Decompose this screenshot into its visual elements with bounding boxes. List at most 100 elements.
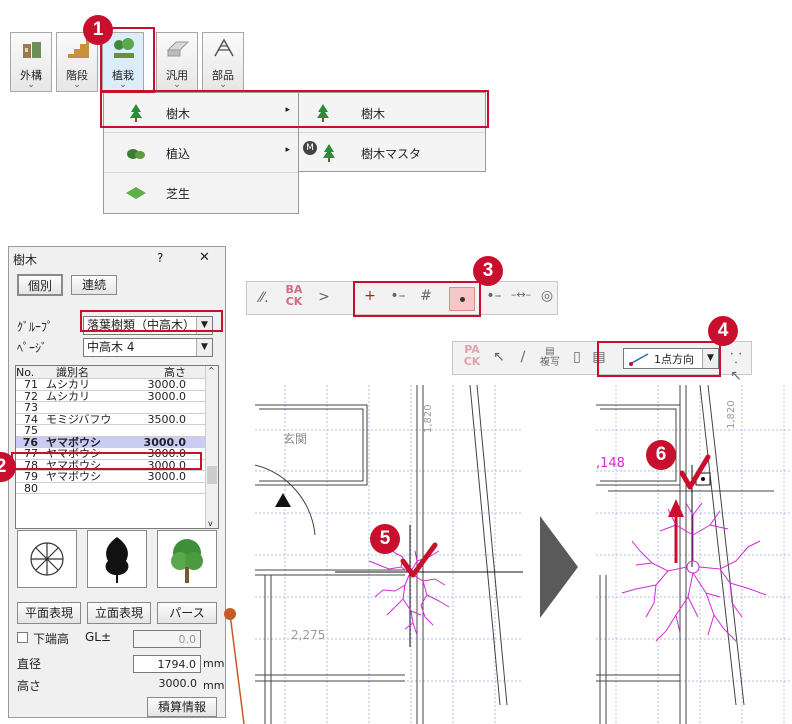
scroll-up-icon[interactable]: ^ <box>208 366 215 375</box>
next-step-arrow-icon <box>540 516 578 618</box>
bottom-height-field[interactable]: 0.0 <box>133 630 201 648</box>
bottom-height-checkbox[interactable] <box>17 632 28 643</box>
chevron-down-icon: ⌄ <box>27 80 35 90</box>
height-label: 高さ <box>17 679 42 693</box>
dimension-label: 2,275 <box>291 628 325 642</box>
tree-icon <box>323 144 335 162</box>
page-select-value: 中高木 4 <box>87 340 135 354</box>
row-number: 79 <box>24 470 38 483</box>
elevation-expression-button[interactable]: 立面表現 <box>87 602 151 624</box>
perspective-thumbnail[interactable] <box>157 530 217 588</box>
height-value: 3000.0 <box>158 677 198 690</box>
chevron-down-icon: ⌄ <box>219 80 227 90</box>
page-icon[interactable]: ▯ <box>567 349 587 365</box>
pointer-line <box>224 608 245 724</box>
close-icon[interactable]: ✕ <box>199 250 210 265</box>
help-icon[interactable]: ? <box>157 251 163 265</box>
exterior-button[interactable]: 外構 ⌄ <box>10 32 52 92</box>
lawn-icon <box>126 187 146 199</box>
parallel-icon[interactable]: ⁄⁄. <box>253 290 275 306</box>
menu-item-label: 植込 <box>166 147 191 161</box>
parts-button[interactable]: 部品 ⌄ <box>202 32 244 92</box>
menu-item-label: 芝生 <box>166 187 191 201</box>
row-name: ムシカリ <box>46 389 90 403</box>
page-select[interactable]: 中高木 4 ▼ <box>83 338 213 357</box>
submenu-arrow-icon: ▸ <box>285 145 290 155</box>
tab-continuous[interactable]: 連続 <box>71 275 117 295</box>
table-row[interactable]: 74 モミジバフウ 3500.0 <box>16 412 206 426</box>
generic-icon <box>166 41 190 57</box>
row-height: 3500.0 <box>147 412 187 426</box>
dimension-label: 1,820 <box>726 400 737 429</box>
table-row[interactable]: 72 ムシカリ 3000.0 <box>16 389 206 403</box>
plan-drawing: 玄関 2,275 1,820 <box>255 385 523 724</box>
elevation-view-thumbnail[interactable] <box>87 530 147 588</box>
copy-label: 複写 <box>540 357 560 368</box>
tab-individual[interactable]: 個別 <box>17 274 63 296</box>
menu-item-shrub[interactable]: 植込 ▸ <box>104 133 298 173</box>
highlight-selected-row <box>11 452 202 470</box>
group-label: ｸﾞﾙｰﾌﾟ <box>17 320 54 334</box>
midpoint-icon[interactable]: –↔– <box>509 288 533 301</box>
diameter-label: 直径 <box>17 657 42 671</box>
highlight-group-page <box>80 310 223 332</box>
paste-icon[interactable]: PA CK <box>459 344 485 368</box>
plan-view-after[interactable]: ,148 1,820 <box>596 385 792 724</box>
select-icon[interactable]: ↖ <box>489 349 509 365</box>
chevron-down-icon: ⌄ <box>173 80 181 90</box>
shrub-icon <box>127 149 145 159</box>
table-row[interactable]: 73 <box>16 402 206 414</box>
tree-list-table[interactable]: No. 識別名 高さ 71 ムシカリ 3000.0 72 ムシカリ 3000.0 73 74 モ… <box>15 365 219 529</box>
circle-icon[interactable]: ◎ <box>537 288 557 304</box>
highlight-direction <box>597 341 721 377</box>
generic-button[interactable]: 汎用 ⌄ <box>156 32 198 92</box>
row-number: 71 <box>24 378 38 391</box>
plan-view-thumbnail[interactable] <box>17 530 77 588</box>
row-height: 3000.0 <box>147 470 187 483</box>
exterior-icon <box>23 42 41 58</box>
menu-item-lawn[interactable]: 芝生 <box>104 173 298 213</box>
highlight-snap-modes <box>353 281 481 317</box>
scroll-down-icon[interactable]: v <box>208 519 213 528</box>
table-row[interactable]: 75 <box>16 425 206 437</box>
table-row[interactable]: 80 <box>16 481 206 495</box>
tree-plan-icon <box>30 542 64 576</box>
step-badge-3: 3 <box>473 256 503 286</box>
copy-icon[interactable]: ▤ 複写 <box>537 346 563 368</box>
room-label: 玄関 <box>283 431 307 446</box>
step-badge-5: 5 <box>370 524 400 554</box>
plan-view-before[interactable]: 玄関 2,275 1,820 <box>255 385 523 724</box>
plan-drawing: ,148 1,820 <box>596 385 792 724</box>
scrollbar-thumb[interactable] <box>207 466 217 484</box>
dimension-label: ,148 <box>596 456 625 471</box>
dialog-title: 樹木 <box>13 253 38 267</box>
bottom-height-label: 下端高 <box>33 632 70 646</box>
endpoint-icon[interactable]: •– <box>483 288 505 304</box>
node-icon[interactable]: ⸪↖ <box>725 349 747 384</box>
back-icon[interactable]: BA CK <box>281 284 307 308</box>
step-badge-4: 4 <box>708 316 738 346</box>
table-scrollbar[interactable]: ^ v <box>205 366 218 528</box>
page-label: ﾍﾟｰｼﾞ <box>17 341 48 355</box>
eyedropper-icon[interactable]: ∕ <box>513 349 533 365</box>
submenu-item-tree-master[interactable]: M 樹木マスタ <box>299 133 485 173</box>
dimension-label: 1,820 <box>423 404 434 433</box>
highlight-tree-path <box>100 90 489 128</box>
table-row[interactable]: 71 ムシカリ 3000.0 <box>16 379 206 391</box>
row-name: モミジバフウ <box>46 412 112 426</box>
step-badge-6: 6 <box>646 440 676 470</box>
parts-icon <box>214 38 234 57</box>
row-number: 73 <box>24 401 38 414</box>
diameter-field[interactable]: 1794.0 <box>133 655 201 673</box>
tree-3d-icon <box>171 539 203 583</box>
bottom-height-unit: GL± <box>85 630 112 644</box>
row-number: 80 <box>24 481 38 495</box>
dropdown-arrow-icon: ▼ <box>196 339 212 356</box>
row-height: 3000.0 <box>147 378 187 391</box>
plan-expression-button[interactable]: 平面表現 <box>17 602 81 624</box>
chevron-down-icon: ⌄ <box>73 80 81 90</box>
table-row[interactable]: 79 ヤマボウシ 3000.0 <box>16 471 206 483</box>
row-height: 3000.0 <box>147 389 187 403</box>
master-badge-icon: M <box>303 141 317 155</box>
arrow-icon[interactable]: > <box>313 289 335 305</box>
